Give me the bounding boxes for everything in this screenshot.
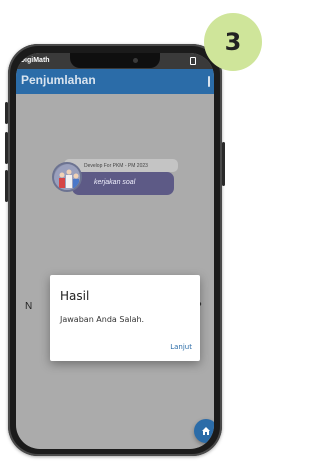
start-quiz-button[interactable]: kerjakan soal <box>72 172 174 195</box>
camera-dot <box>133 58 138 63</box>
phone-power-button <box>222 142 225 186</box>
phone-side-button-1 <box>5 102 8 124</box>
step-number: 3 <box>224 28 242 56</box>
continue-button[interactable]: Lanjut <box>170 343 192 351</box>
developer-card: Develop For PKM - PM 2023 kerjakan soal <box>52 159 182 201</box>
home-button[interactable] <box>194 419 214 443</box>
dialog-title: Hasil <box>60 289 90 303</box>
menu-icon[interactable] <box>208 76 210 87</box>
status-bar: DigiMath <box>16 53 214 69</box>
step-number-badge: 3 <box>204 13 262 71</box>
phone-side-button-3 <box>5 170 8 202</box>
status-app-name: DigiMath <box>20 57 50 64</box>
phone-notch <box>70 53 160 68</box>
phone-side-button-2 <box>5 132 8 164</box>
result-dialog: Hasil Jawaban Anda Salah. Lanjut <box>50 275 200 361</box>
phone-screen: DigiMath Penjumlahan Develop For PKM - P… <box>16 53 214 449</box>
battery-icon <box>190 57 196 65</box>
phone-frame: DigiMath Penjumlahan Develop For PKM - P… <box>5 44 225 456</box>
logo-icon <box>52 162 82 192</box>
home-icon <box>202 427 210 435</box>
app-bar: Penjumlahan <box>16 69 214 94</box>
dialog-message: Jawaban Anda Salah. <box>60 315 145 324</box>
question-text: N <box>25 301 33 312</box>
developer-caption: Develop For PKM - PM 2023 <box>64 159 178 172</box>
page-title: Penjumlahan <box>21 73 96 87</box>
